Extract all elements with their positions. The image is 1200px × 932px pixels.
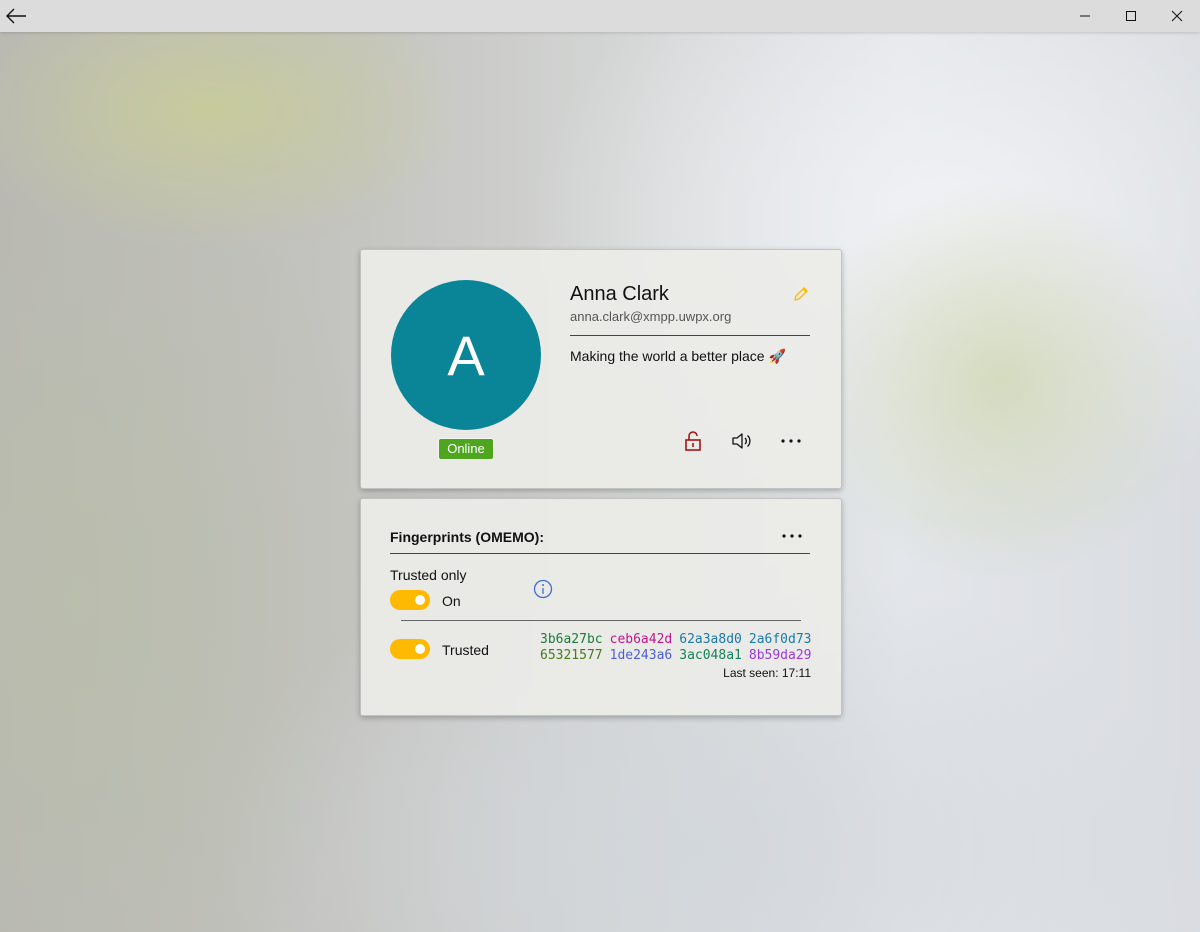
fingerprint-row: 3b6a27bc ceb6a42d 62a3a8d0 2a6f0d73 xyxy=(540,632,812,648)
back-button[interactable] xyxy=(0,0,32,32)
divider xyxy=(570,335,810,336)
fingerprint-chunk: 1de243a6 xyxy=(609,648,673,663)
more-icon xyxy=(782,534,802,538)
fingerprint: 3b6a27bc ceb6a42d 62a3a8d0 2a6f0d73 6532157… xyxy=(540,632,812,664)
back-arrow-icon xyxy=(6,8,26,24)
status-badge: Online xyxy=(439,439,493,459)
notification-button[interactable] xyxy=(730,430,754,452)
info-icon xyxy=(533,579,553,599)
fingerprint-chunk: 62a3a8d0 xyxy=(679,632,742,647)
close-button[interactable] xyxy=(1154,0,1200,32)
maximize-icon xyxy=(1126,11,1136,21)
edit-button[interactable] xyxy=(792,285,810,303)
minimize-icon xyxy=(1080,15,1090,17)
maximize-button[interactable] xyxy=(1108,0,1154,32)
fingerprint-chunk: 65321577 xyxy=(540,648,603,663)
divider xyxy=(401,620,801,621)
contact-name: Anna Clark xyxy=(570,283,669,305)
fingerprint-chunk: ceb6a42d xyxy=(609,632,673,647)
divider xyxy=(390,553,810,554)
status-message: Making the world a better place 🚀 xyxy=(570,348,786,364)
fingerprint-row: 65321577 1de243a6 3ac048a1 8b59da29 xyxy=(540,648,812,664)
fingerprint-chunk: 3b6a27bc xyxy=(540,632,603,647)
speaker-icon xyxy=(732,433,751,449)
info-button[interactable] xyxy=(533,579,553,599)
fingerprints-more-button[interactable] xyxy=(780,528,804,544)
avatar[interactable]: A xyxy=(391,280,541,430)
trusted-only-label: Trusted only xyxy=(390,567,467,583)
fingerprint-chunk: 3ac048a1 xyxy=(679,648,742,663)
title-bar xyxy=(0,0,1200,32)
encryption-button[interactable] xyxy=(681,430,705,452)
fingerprint-chunk: 2a6f0d73 xyxy=(748,632,812,647)
last-seen: Last seen: 17:11 xyxy=(723,666,811,680)
trusted-only-toggle[interactable] xyxy=(390,590,430,610)
trusted-only-state: On xyxy=(442,593,461,609)
contact-jid: anna.clark@xmpp.uwpx.org xyxy=(570,309,732,324)
toggle-knob xyxy=(415,644,425,654)
close-icon xyxy=(1171,10,1183,22)
profile-card: A Online Anna Clark anna.clark@xmpp.uwpx… xyxy=(360,249,842,489)
more-icon xyxy=(781,439,801,443)
more-button[interactable] xyxy=(779,430,803,452)
fingerprints-card: Fingerprints (OMEMO): Trusted only On Tr… xyxy=(360,498,842,716)
fingerprint-chunk: 8b59da29 xyxy=(748,648,812,663)
fingerprints-title: Fingerprints (OMEMO): xyxy=(390,529,544,545)
device-trust-toggle[interactable] xyxy=(390,639,430,659)
minimize-button[interactable] xyxy=(1062,0,1108,32)
toggle-knob xyxy=(415,595,425,605)
pencil-icon xyxy=(794,287,808,301)
device-trust-label: Trusted xyxy=(442,642,489,658)
unlocked-lock-icon xyxy=(685,431,701,451)
